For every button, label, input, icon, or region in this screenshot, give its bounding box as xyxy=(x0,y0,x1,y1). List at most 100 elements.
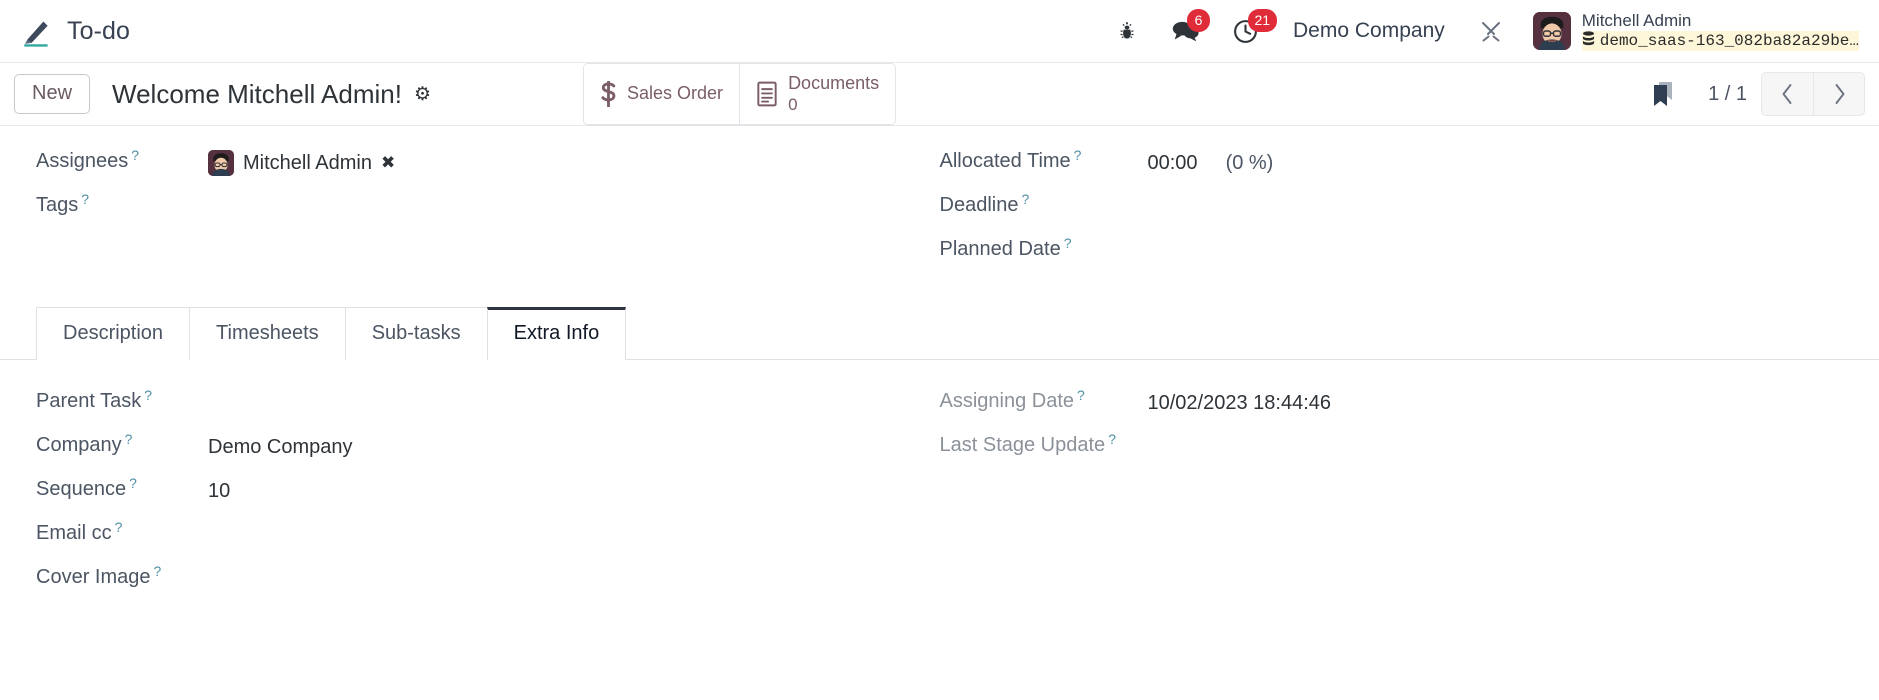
activities-badge: 21 xyxy=(1247,9,1278,32)
notebook-tabs: Description Timesheets Sub-tasks Extra I… xyxy=(0,306,1879,360)
label-text: Assignees xyxy=(36,150,129,172)
field-value-company[interactable]: Demo Company xyxy=(180,434,353,460)
help-icon[interactable]: ? xyxy=(129,475,137,491)
field-label-email-cc: Email cc ? xyxy=(36,519,180,545)
wrench-screwdriver-icon[interactable] xyxy=(1463,0,1519,62)
field-value-assignees[interactable]: Mitchell Admin ✖ xyxy=(180,150,395,176)
field-parent-task: Parent Task ? xyxy=(36,384,940,428)
field-value-sequence[interactable]: 10 xyxy=(180,478,230,504)
help-icon[interactable]: ? xyxy=(115,519,123,535)
field-label-tags: Tags ? xyxy=(36,191,180,217)
field-assignees: Assignees ? Mitchell Admin ✖ xyxy=(36,144,940,188)
stat-label-documents: Documents xyxy=(788,73,880,93)
field-label-cover-image: Cover Image ? xyxy=(36,563,180,589)
help-icon[interactable]: ? xyxy=(144,387,152,403)
field-value-email-cc[interactable] xyxy=(180,522,208,548)
help-icon[interactable]: ? xyxy=(125,431,133,447)
field-value-assigning-date: 10/02/2023 18:44:46 xyxy=(1147,391,1332,414)
help-icon[interactable]: ? xyxy=(1021,191,1029,207)
user-name: Mitchell Admin xyxy=(1581,10,1692,30)
label-text: Planned Date xyxy=(939,238,1061,260)
extra-info-column-left: Parent Task ? Company ? Demo Company Seq… xyxy=(0,384,940,604)
field-value-cover-image[interactable] xyxy=(180,566,208,592)
field-value-allocated-time[interactable]: 00:00 (0 %) xyxy=(1120,150,1274,176)
label-text: Deadline xyxy=(939,194,1019,216)
assignee-tag[interactable]: Mitchell Admin ✖ xyxy=(208,150,395,176)
field-value-tags[interactable] xyxy=(180,194,208,220)
gear-icon[interactable]: ⚙ xyxy=(414,83,431,106)
label-text: Tags xyxy=(36,194,79,216)
pager-next-button[interactable] xyxy=(1813,72,1865,116)
pencil-icon xyxy=(20,14,54,48)
bookmark-icon[interactable] xyxy=(1632,80,1694,108)
label-text: Parent Task xyxy=(36,390,142,412)
allocated-time-value: 00:00 xyxy=(1147,151,1198,174)
tab-description[interactable]: Description xyxy=(36,307,191,360)
allocated-time-percent: (0 %) xyxy=(1225,151,1274,174)
database-icon xyxy=(1582,30,1595,52)
bug-icon[interactable] xyxy=(1100,0,1154,62)
field-planned-date: Planned Date ? xyxy=(940,232,1879,276)
stat-text-documents: Documents 0 xyxy=(788,73,879,115)
new-button[interactable]: New xyxy=(14,74,91,114)
stat-label-sales-order: Sales Order xyxy=(627,83,724,104)
stat-button-box: Sales Order Documents 0 xyxy=(583,63,897,125)
tab-extra-info[interactable]: Extra Info xyxy=(486,307,627,360)
field-allocated-time: Allocated Time ? 00:00 (0 %) xyxy=(940,144,1879,188)
field-label-deadline: Deadline ? xyxy=(939,191,1120,217)
extra-info-columns: Parent Task ? Company ? Demo Company Seq… xyxy=(0,384,1879,604)
user-menu[interactable]: Mitchell Admin demo_saas-163_082ba82a29b… xyxy=(1519,11,1865,52)
field-label-parent-task: Parent Task ? xyxy=(36,387,180,413)
field-value-parent-task[interactable] xyxy=(180,390,208,416)
company-switcher[interactable]: Demo Company xyxy=(1275,19,1463,43)
tab-timesheets[interactable]: Timesheets xyxy=(189,307,346,360)
field-deadline: Deadline ? xyxy=(940,188,1879,232)
field-label-sequence: Sequence ? xyxy=(36,475,180,501)
field-label-last-stage-update: Last Stage Update ? xyxy=(940,431,1120,457)
label-text: Assigning Date xyxy=(939,390,1075,412)
close-icon[interactable]: ✖ xyxy=(381,153,395,173)
field-tags: Tags ? xyxy=(36,188,940,232)
help-icon[interactable]: ? xyxy=(154,563,162,579)
label-text: Cover Image xyxy=(36,566,151,588)
field-label-assigning-date: Assigning Date ? xyxy=(939,387,1120,413)
help-icon[interactable]: ? xyxy=(131,147,139,163)
app-name: To-do xyxy=(67,16,131,45)
tab-sub-tasks[interactable]: Sub-tasks xyxy=(344,307,488,360)
clock-icon[interactable]: 21 xyxy=(1216,0,1278,62)
stat-button-sales-order[interactable]: Sales Order xyxy=(584,64,741,124)
help-icon[interactable]: ? xyxy=(1064,235,1072,251)
help-icon[interactable]: ? xyxy=(1077,387,1085,403)
field-cover-image: Cover Image ? xyxy=(36,560,940,604)
help-icon[interactable]: ? xyxy=(1074,147,1082,163)
pager-previous-button[interactable] xyxy=(1761,72,1813,116)
top-navbar: To-do 6 21 Demo Company Mitchell Admin d… xyxy=(0,0,1879,63)
form-column-left: Assignees ? Mitchell Admin ✖ Tags ? xyxy=(0,144,940,276)
label-text: Allocated Time xyxy=(939,150,1071,172)
field-company: Company ? Demo Company xyxy=(36,428,940,472)
page-title: Welcome Mitchell Admin! xyxy=(112,78,402,109)
label-text: Email cc xyxy=(36,522,112,544)
help-icon[interactable]: ? xyxy=(81,191,89,207)
user-info: Mitchell Admin demo_saas-163_082ba82a29b… xyxy=(1581,10,1859,52)
field-label-planned-date: Planned Date ? xyxy=(939,235,1120,261)
app-brand[interactable]: To-do xyxy=(14,10,136,52)
dollar-icon xyxy=(600,80,617,107)
help-icon[interactable]: ? xyxy=(1108,431,1116,447)
document-icon xyxy=(756,81,778,107)
control-panel-right: 1 / 1 xyxy=(1632,72,1865,116)
database-text: demo_saas-163_082ba82a29be… xyxy=(1599,31,1859,50)
field-label-assignees: Assignees ? xyxy=(36,147,180,173)
stat-button-documents[interactable]: Documents 0 xyxy=(740,64,896,124)
label-text: Company xyxy=(36,434,122,456)
field-value-planned-date[interactable] xyxy=(1120,238,1148,264)
tab-pane-extra-info: Parent Task ? Company ? Demo Company Seq… xyxy=(0,360,1879,604)
page-title-wrapper: Welcome Mitchell Admin! ⚙ xyxy=(112,79,431,110)
messages-badge: 6 xyxy=(1187,9,1211,32)
pager-count[interactable]: 1 / 1 xyxy=(1694,83,1761,106)
avatar xyxy=(1532,11,1571,50)
form-sheet: Assignees ? Mitchell Admin ✖ Tags ? Allo… xyxy=(0,126,1879,699)
field-value-deadline[interactable] xyxy=(1120,194,1148,220)
messages-icon[interactable]: 6 xyxy=(1154,0,1216,62)
field-value-last-stage-update xyxy=(1120,434,1148,460)
